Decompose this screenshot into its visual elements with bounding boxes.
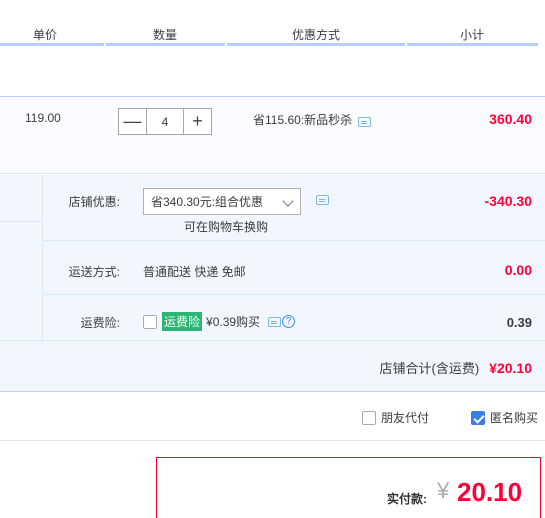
quantity-stepper: — 4 + bbox=[118, 108, 212, 135]
item-subtotal: 360.40 bbox=[489, 111, 532, 127]
divider bbox=[0, 340, 545, 341]
header-discount: 优惠方式 bbox=[292, 28, 341, 42]
insurance-label: 运费险: bbox=[80, 316, 120, 330]
header-underline bbox=[407, 43, 538, 46]
shop-discount-label: 店铺优惠: bbox=[68, 195, 120, 209]
header-quantity: 数量 bbox=[153, 28, 178, 42]
divider bbox=[0, 221, 42, 222]
order-options: 朋友代付 匿名购买 bbox=[0, 393, 545, 441]
divider bbox=[42, 175, 43, 340]
friend-pay-label: 朋友代付 bbox=[381, 411, 430, 425]
shop-discount-select-value: 省340.30元:组合优惠 bbox=[151, 195, 264, 209]
friend-pay-option[interactable]: 朋友代付 bbox=[362, 409, 429, 426]
shop-discount-value: -340.30 bbox=[484, 193, 532, 209]
header-underline bbox=[0, 43, 104, 46]
anonymous-checkbox[interactable] bbox=[471, 410, 485, 425]
payment-label: 实付款: bbox=[387, 492, 427, 506]
anonymous-label: 匿名购买 bbox=[490, 411, 539, 425]
help-icon[interactable]: ? bbox=[282, 315, 296, 328]
header-unit-price: 单价 bbox=[33, 28, 58, 42]
shop-total-value: ¥20.10 bbox=[489, 359, 532, 376]
item-promo: 省115.60:新品秒杀 bbox=[253, 111, 372, 128]
insurance-option: 运费险 ¥0.39购买 ? bbox=[143, 312, 296, 331]
shipping-value: 0.00 bbox=[504, 262, 532, 278]
item-promo-text: 省115.60:新品秒杀 bbox=[253, 113, 353, 127]
insurance-tag: 运费险 bbox=[162, 312, 203, 331]
divider bbox=[42, 294, 545, 295]
header-underline bbox=[227, 43, 405, 46]
currency-symbol: ¥ bbox=[437, 478, 450, 503]
insurance-checkbox[interactable] bbox=[143, 314, 157, 329]
insurance-value: 0.39 bbox=[506, 315, 532, 330]
header-underline bbox=[106, 43, 225, 46]
shop-total-label: 店铺合计(含运费) bbox=[379, 361, 480, 376]
shipping-label: 运送方式: bbox=[68, 265, 120, 279]
chevron-down-icon bbox=[282, 195, 294, 207]
header-subtotal: 小计 bbox=[460, 28, 485, 42]
payment-summary: 实付款: ¥ 20.10 bbox=[156, 457, 541, 518]
item-unit-price: 119.00 bbox=[25, 111, 61, 125]
quantity-input[interactable]: 4 bbox=[147, 108, 183, 135]
decrease-quantity-button[interactable]: — bbox=[118, 108, 147, 135]
message-icon[interactable] bbox=[358, 116, 372, 127]
friend-pay-checkbox[interactable] bbox=[362, 410, 376, 425]
shop-discount-hint: 可在购物车换购 bbox=[184, 220, 269, 234]
message-icon[interactable] bbox=[268, 316, 282, 327]
message-icon[interactable] bbox=[316, 195, 329, 205]
insurance-price: ¥0.39购买 bbox=[206, 315, 261, 329]
shipping-method: 普通配送 快递 免邮 bbox=[143, 265, 246, 279]
shop-total: 店铺合计(含运费) ¥20.10 bbox=[380, 358, 533, 377]
payment-amount: 20.10 bbox=[457, 477, 523, 507]
increase-quantity-button[interactable]: + bbox=[183, 108, 212, 135]
shop-summary: 店铺优惠: 省340.30元:组合优惠 可在购物车换购 -340.30 运送方式… bbox=[0, 175, 545, 392]
anonymous-option[interactable]: 匿名购买 bbox=[471, 409, 538, 426]
order-item-row: 119.00 — 4 + 省115.60:新品秒杀 360.40 bbox=[0, 96, 545, 174]
table-header: 单价 数量 优惠方式 小计 bbox=[0, 22, 545, 46]
divider bbox=[42, 240, 545, 241]
shop-discount-select[interactable]: 省340.30元:组合优惠 bbox=[143, 188, 301, 215]
